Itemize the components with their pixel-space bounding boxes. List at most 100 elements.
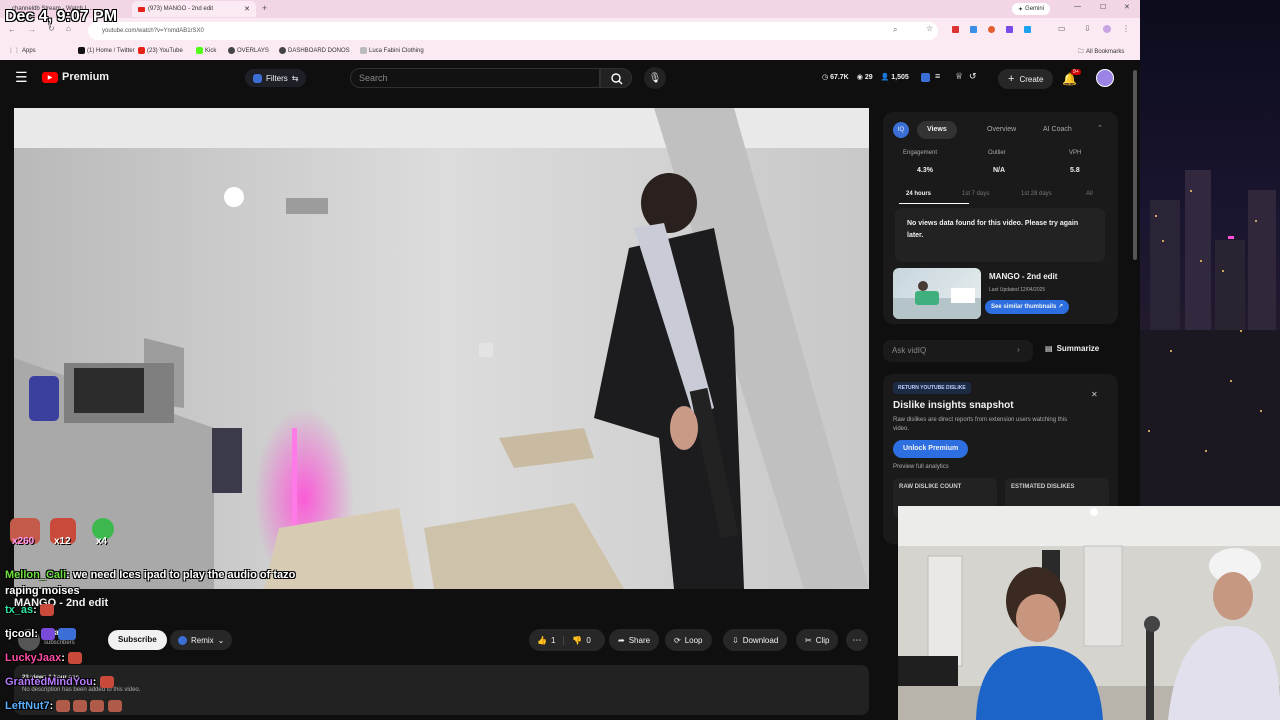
sliders-icon: ⇆ — [291, 73, 299, 83]
remix-button[interactable]: Remix ⌄ — [170, 630, 233, 650]
bookmark-dashboard[interactable]: DASHBOARD DONOS — [279, 47, 350, 54]
loop-button[interactable]: ⟳ Loop — [665, 629, 712, 651]
emote-icon — [41, 628, 56, 641]
chat-username: tx_as — [5, 604, 34, 616]
bookmark-overlays[interactable]: OVERLAYS — [228, 47, 269, 54]
subscribe-button[interactable]: Subscribe — [108, 630, 167, 650]
stream-datetime: Dec 4, 9:07 PM — [5, 8, 118, 25]
tab-views[interactable]: Views — [917, 121, 957, 139]
forward-icon[interactable]: → — [28, 25, 36, 34]
chevron-up-icon[interactable]: ⌃ — [1097, 124, 1103, 132]
history-icon[interactable]: ↺ — [969, 71, 977, 82]
close-icon[interactable]: ✕ — [1091, 390, 1098, 399]
extension-icon[interactable] — [952, 26, 959, 33]
description-box[interactable]: 23 views 1 hour ago No description has b… — [14, 665, 869, 715]
mic-icon[interactable]: 🎙 — [644, 67, 666, 89]
all-bookmarks[interactable]: 🗀 All Bookmarks — [1078, 47, 1124, 57]
x-icon — [78, 47, 85, 54]
range-all[interactable]: All — [1086, 191, 1093, 197]
zoom-icon[interactable]: ⌕ — [893, 25, 897, 35]
bookmark-kick[interactable]: Kick — [196, 47, 216, 54]
url-field[interactable]: youtube.com/watch?v=YnmdAB1rSX0 — [88, 22, 938, 40]
like-button[interactable]: 👍 1 — [529, 635, 565, 645]
tab-ai-coach[interactable]: AI Coach — [1043, 121, 1072, 139]
youtube-favicon-icon — [138, 6, 145, 12]
ask-vidiq-input[interactable]: Ask vidIQ › — [883, 340, 1033, 362]
clip-button[interactable]: ✂ Clip — [796, 629, 839, 651]
thumbnail-title: MANGO - 2nd edit — [989, 272, 1058, 281]
range-7d[interactable]: 1st 7 days — [962, 191, 989, 197]
create-label: Create — [1019, 74, 1044, 84]
download-button[interactable]: ⇩ Download — [723, 629, 788, 651]
emote-icon — [107, 700, 122, 713]
bookmark-twitter[interactable]: (1) Home / Twitter — [78, 47, 135, 54]
extension-icon[interactable] — [970, 26, 977, 33]
vidiq-icon[interactable] — [921, 73, 930, 82]
notifications-button[interactable]: 🔔 9+ — [1062, 69, 1081, 88]
dislike-button[interactable]: 👎 0 — [564, 636, 598, 645]
dislike-title: Dislike insights snapshot — [893, 400, 1014, 411]
chevron-right-icon[interactable]: › — [1017, 345, 1020, 354]
bookmark-youtube[interactable]: (23) YouTube — [138, 47, 183, 54]
avatar[interactable] — [1096, 69, 1114, 87]
scrollbar[interactable] — [1133, 70, 1137, 260]
range-24h[interactable]: 24 hours — [906, 191, 931, 197]
summary-icon: ▤ — [1045, 344, 1053, 353]
gemini-label: Gemini — [1025, 6, 1045, 12]
unlock-premium-button[interactable]: Unlock Premium — [893, 440, 969, 458]
new-tab-button[interactable]: + — [262, 3, 267, 13]
extension-icon[interactable] — [1006, 26, 1013, 33]
bookmark-star-icon[interactable]: ☆ — [926, 24, 933, 33]
chat-text: : — [61, 652, 65, 664]
search-input[interactable]: Search — [350, 68, 600, 88]
video-thumbnail[interactable] — [893, 268, 981, 319]
download-icon[interactable]: ⇩ — [1084, 24, 1091, 33]
menu-dots-icon[interactable]: ⋮ — [1122, 24, 1130, 33]
hamburger-menu-icon[interactable]: ☰ — [15, 69, 28, 86]
trophy-icon[interactable]: ♕ — [955, 71, 963, 82]
minimize-icon[interactable]: — — [1074, 3, 1081, 10]
extension-icon[interactable] — [1024, 26, 1031, 33]
youtube-icon — [138, 47, 145, 54]
chat-message: GrantedMindYou: — [5, 676, 114, 689]
bookmark-label: Luca Fabini Clothing — [369, 47, 424, 54]
tab-overview[interactable]: Overview — [987, 121, 1016, 139]
bookmark-label: (1) Home / Twitter — [87, 47, 135, 54]
list-icon[interactable]: ≡ — [935, 71, 940, 81]
chevron-down-icon: ⌄ — [217, 635, 225, 645]
sidepanel-icon[interactable]: ▭ — [1058, 24, 1066, 33]
preview-analytics-link[interactable]: Preview full analytics — [893, 464, 949, 470]
similar-thumbnails-button[interactable]: See similar thumbnails ↗ — [985, 300, 1070, 314]
create-button[interactable]: + Create — [998, 69, 1054, 89]
header-stats: ◷ 67.7K ◉ 29 👤 1,505 — [822, 73, 909, 81]
folder-icon: 🗀 — [1078, 49, 1085, 55]
share-button[interactable]: ➦ Share — [609, 629, 660, 651]
video-player[interactable] — [14, 108, 869, 589]
bookmark-luca[interactable]: Luca Fabini Clothing — [360, 47, 424, 54]
back-icon[interactable]: ← — [8, 25, 16, 34]
more-actions-button[interactable]: ⋯ — [846, 629, 868, 651]
metric-value: 4.3% — [917, 167, 933, 174]
bookmark-apps[interactable]: ⋮⋮ Apps — [8, 47, 36, 55]
tab-mango[interactable]: (973) MANGO - 2nd edit ✕ — [132, 1, 256, 17]
profile-avatar[interactable] — [1103, 25, 1111, 33]
chat-message: Mellon_Cali: we need Ices ipad to play t… — [5, 567, 305, 599]
extension-icon[interactable] — [988, 26, 995, 33]
vidiq-logo-icon: IQ — [893, 122, 909, 138]
close-window-icon[interactable]: ✕ — [1124, 3, 1130, 11]
apps-grid-icon: ⋮⋮ — [8, 48, 20, 54]
chat-text: : — [34, 628, 39, 640]
summarize-button[interactable]: ▤ Summarize — [1045, 344, 1099, 353]
close-icon[interactable]: ✕ — [244, 5, 250, 13]
maximize-icon[interactable]: ☐ — [1100, 3, 1106, 11]
gemini-button[interactable]: ✦ Gemini — [1012, 3, 1051, 15]
notification-badge: 9+ — [1071, 69, 1081, 75]
range-28d[interactable]: 1st 28 days — [1021, 191, 1052, 197]
emote-icon — [90, 700, 105, 713]
play-logo-icon: ▶ — [42, 71, 58, 83]
chat-username: GrantedMindYou — [5, 676, 93, 688]
filters-button[interactable]: Filters ⇆ — [245, 69, 307, 87]
search-button[interactable] — [600, 68, 632, 88]
chat-username: LeftNut7 — [5, 700, 50, 712]
youtube-logo[interactable]: ▶ Premium — [42, 71, 109, 83]
